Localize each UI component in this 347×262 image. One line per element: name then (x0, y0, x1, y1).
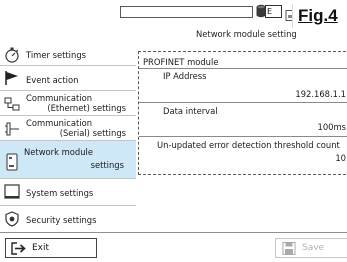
device-selector-value: E (267, 7, 273, 16)
save-button[interactable]: Save (275, 238, 347, 258)
device-selector[interactable]: E (265, 5, 282, 18)
exit-icon (11, 242, 27, 255)
main-panel: PROFINET module IP Address 192.168.1.1 D… (136, 44, 347, 232)
network-module-icon (4, 153, 20, 171)
save-label: Save (302, 243, 325, 253)
ip-address-row[interactable]: IP Address 192.168.1.1 (139, 68, 347, 102)
sidebar-item-ethernet-settings[interactable]: Communication (Ethernet) settings (0, 91, 136, 116)
serial-icon (4, 121, 20, 137)
module-title: PROFINET module (143, 57, 219, 67)
ethernet-icon (4, 96, 20, 112)
sidebar-item-label-line2: (Ethernet) settings (47, 103, 126, 113)
exit-button[interactable]: Exit (5, 238, 97, 258)
sidebar-item-label: Event action (26, 75, 79, 85)
data-interval-row[interactable]: Data interval 100ms (139, 102, 347, 136)
sidebar-item-label-line1: Network module (24, 147, 94, 157)
error-threshold-value: 10 (335, 153, 346, 163)
floppy-disk-icon (281, 242, 297, 255)
sidebar-item-network-module-settings[interactable]: Network module settings (0, 141, 136, 179)
sidebar-item-label: System settings (26, 188, 94, 198)
shield-icon (4, 211, 20, 227)
sidebar-item-serial-settings[interactable]: Communication (Serial) settings (0, 116, 136, 141)
header: E Fig.4 Network module setting (0, 0, 347, 40)
sidebar-item-label-line2: (Serial) settings (59, 128, 126, 138)
field-label: Un-updated error detection threshold cou… (157, 140, 340, 150)
stopwatch-icon (4, 47, 20, 63)
sidebar-item-label: Security settings (26, 215, 97, 225)
sidebar-item-system-settings[interactable]: System settings (0, 179, 136, 206)
exit-label: Exit (32, 243, 50, 253)
data-interval-value: 100ms (317, 122, 346, 132)
sidebar-item-timer-settings[interactable]: Timer settings (0, 44, 136, 66)
sidebar-item-label: Timer settings (26, 50, 86, 60)
error-threshold-row[interactable]: Un-updated error detection threshold cou… (139, 136, 347, 176)
sidebar-item-event-action[interactable]: Event action (0, 66, 136, 91)
page-title: Network module setting (196, 29, 297, 39)
field-label: Data interval (163, 106, 218, 116)
monitor-icon (4, 184, 20, 200)
footer: Exit Save (0, 232, 347, 262)
field-label: IP Address (163, 71, 207, 81)
sidebar-item-label-line2: settings (90, 160, 124, 170)
flag-icon (4, 70, 20, 86)
sidebar-item-label-line1: Communication (26, 93, 93, 103)
ip-address-value: 192.168.1.1 (295, 89, 346, 99)
top-text-field[interactable] (120, 6, 253, 18)
sidebar: Timer settings Event action Communicatio… (0, 44, 136, 232)
figure-label: Fig.4 (292, 4, 347, 28)
profinet-module-box: PROFINET module IP Address 192.168.1.1 D… (138, 51, 347, 175)
sidebar-item-label-line1: Communication (26, 118, 93, 128)
sidebar-item-security-settings[interactable]: Security settings (0, 206, 136, 232)
